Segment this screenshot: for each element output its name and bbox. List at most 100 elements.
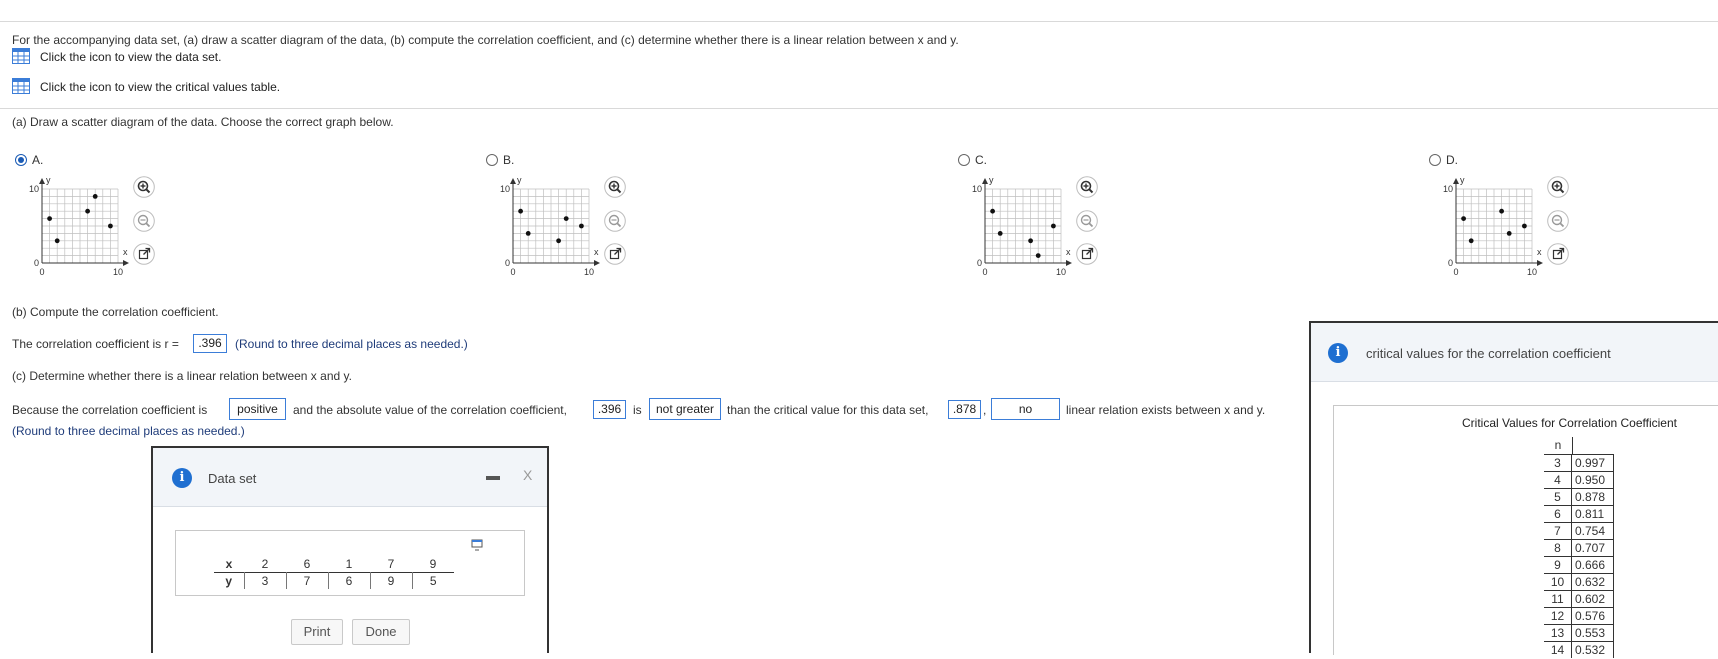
- data-set-link-text[interactable]: Click the icon to view the data set.: [40, 50, 221, 64]
- zoom-out-icon[interactable]: [133, 210, 155, 232]
- top-divider: [0, 21, 1718, 22]
- n-cell: 13: [1544, 624, 1572, 641]
- y-tick-label: 0: [34, 258, 39, 268]
- n-cell: 5: [1544, 488, 1572, 505]
- zoom-in-icon[interactable]: [1076, 176, 1098, 198]
- part-c-text-4: than the critical value for this data se…: [727, 403, 929, 417]
- option-radio[interactable]: [958, 154, 970, 166]
- data-point: [47, 216, 52, 221]
- zoom-in-icon[interactable]: [604, 176, 626, 198]
- data-point: [1051, 223, 1056, 229]
- data-point: [1468, 238, 1474, 244]
- y-axis-label: y: [46, 175, 51, 185]
- y-tick-label: 10: [1443, 184, 1453, 194]
- data-row-y: y 3 7 6 9 5: [214, 572, 454, 589]
- abs-r-answer[interactable]: .396: [593, 400, 626, 419]
- x-cell: 7: [387, 557, 395, 571]
- comparison-dropdown[interactable]: not greater: [649, 398, 721, 420]
- y-axis-arrow: [982, 178, 988, 184]
- n-cell: 11: [1544, 590, 1572, 607]
- part-b-prompt: (b) Compute the correlation coefficient.: [12, 305, 219, 319]
- part-b-sentence: The correlation coefficient is r =: [12, 337, 179, 351]
- part-c-comma: ,: [983, 403, 987, 417]
- y-tick-label: 0: [1448, 258, 1453, 268]
- y-cell: 5: [411, 572, 454, 589]
- data-point: [108, 223, 113, 229]
- x-axis-arrow: [123, 260, 129, 266]
- info-icon: i: [1328, 343, 1348, 363]
- graph-option-b[interactable]: B. y x 10 0 0 10: [483, 150, 653, 285]
- data-set-dialog: i Data set X x 2 6 1 7 9 y 3 7 6 9 5 Pri…: [151, 446, 549, 653]
- data-point: [1035, 253, 1041, 258]
- option-radio[interactable]: [1429, 154, 1441, 166]
- section-divider: [0, 108, 1718, 109]
- scatter-plot: yx1000 10: [500, 175, 600, 277]
- y-axis-arrow: [510, 178, 516, 184]
- data-point: [518, 208, 523, 214]
- print-button[interactable]: Print: [291, 619, 343, 645]
- zoom-out-icon[interactable]: [1547, 210, 1569, 232]
- x-cell: 6: [303, 557, 311, 571]
- data-point: [1522, 223, 1527, 229]
- part-c-text-1: Because the correlation coefficient is: [12, 403, 208, 417]
- critical-value-cell: 0.754: [1572, 522, 1614, 539]
- x-axis-arrow: [594, 260, 600, 266]
- data-point: [92, 194, 98, 199]
- critical-value-cell: 0.997: [1572, 454, 1614, 471]
- critical-table-title: Critical Values for Correlation Coeffici…: [1462, 416, 1677, 430]
- y-header: y: [225, 574, 233, 588]
- option-label: D.: [1446, 153, 1458, 167]
- graph-option-c[interactable]: C. y x 10 0 0 10: [955, 150, 1125, 285]
- n-cell: 8: [1544, 539, 1572, 556]
- x-cell: 2: [261, 557, 269, 571]
- table-icon[interactable]: [12, 78, 30, 94]
- zoom-in-icon[interactable]: [1547, 176, 1569, 198]
- scatter-plot: yx1000 10: [972, 175, 1072, 277]
- y-tick-label: 0: [977, 258, 982, 268]
- graph-option-d[interactable]: D. y x 10 0 0 10: [1426, 150, 1596, 285]
- critical-values-link-text[interactable]: Click the icon to view the critical valu…: [40, 80, 280, 94]
- n-cell: 3: [1544, 454, 1572, 471]
- x-axis-arrow: [1537, 260, 1543, 266]
- zoom-out-icon[interactable]: [604, 210, 626, 232]
- option-radio[interactable]: [486, 154, 498, 166]
- x-axis-label: x: [1066, 247, 1071, 257]
- graph-option-a[interactable]: A. y x 10 0 0 10: [12, 150, 182, 285]
- x-tick-label: 10: [1056, 267, 1066, 277]
- open-external-icon[interactable]: [604, 243, 626, 265]
- critical-value-cell: 0.811: [1572, 505, 1614, 522]
- n-cell: 12: [1544, 607, 1572, 624]
- option-radio[interactable]: [15, 154, 27, 166]
- data-point: [579, 223, 584, 229]
- x-cell: 1: [345, 557, 353, 571]
- y-cell: 3: [243, 572, 286, 589]
- r-value-answer[interactable]: .396: [193, 334, 227, 353]
- y-cell: 9: [369, 572, 412, 589]
- open-external-icon[interactable]: [1076, 243, 1098, 265]
- open-external-icon[interactable]: [1547, 243, 1569, 265]
- minimize-icon[interactable]: [486, 476, 500, 480]
- n-cell: 4: [1544, 471, 1572, 488]
- part-c-round-note: (Round to three decimal places as needed…: [12, 424, 245, 438]
- y-cell: 6: [327, 572, 370, 589]
- x-tick-label: 0: [510, 267, 515, 277]
- y-axis-arrow: [1453, 178, 1459, 184]
- critical-value-cell: 0.553: [1572, 624, 1614, 641]
- data-point: [563, 216, 569, 221]
- zoom-in-icon[interactable]: [133, 176, 155, 198]
- part-a-prompt: (a) Draw a scatter diagram of the data. …: [12, 115, 394, 129]
- critical-values-dialog: i critical values for the correlation co…: [1309, 321, 1718, 658]
- exists-dropdown[interactable]: no: [991, 398, 1060, 420]
- data-point: [54, 238, 60, 244]
- open-external-icon[interactable]: [133, 243, 155, 265]
- table-icon[interactable]: [12, 48, 30, 64]
- data-point: [997, 231, 1003, 236]
- critical-value-answer[interactable]: .878: [948, 400, 981, 419]
- option-label: C.: [975, 153, 987, 167]
- done-button[interactable]: Done: [352, 619, 410, 645]
- sign-dropdown[interactable]: positive: [229, 398, 286, 420]
- zoom-out-icon[interactable]: [1076, 210, 1098, 232]
- data-point: [990, 208, 995, 214]
- copy-icon[interactable]: [471, 539, 485, 551]
- close-icon[interactable]: X: [523, 468, 532, 482]
